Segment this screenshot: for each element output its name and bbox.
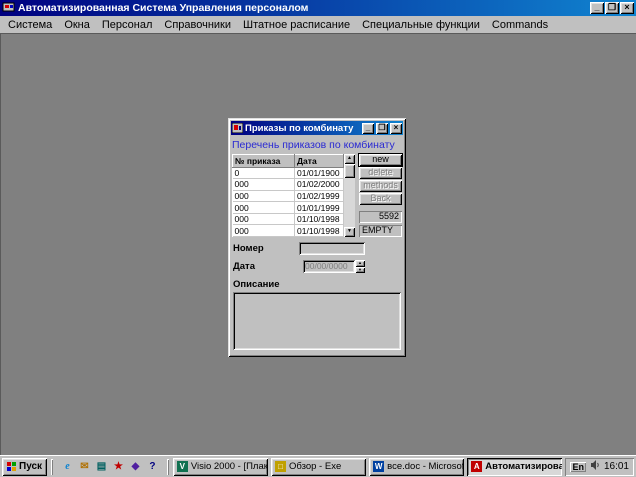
delete-button[interactable]: delete <box>359 167 402 179</box>
dialog-icon <box>232 123 243 133</box>
app-icon: A <box>471 461 482 472</box>
dialog-close-button[interactable]: × <box>390 123 402 134</box>
restore-button[interactable]: ❐ <box>605 2 619 14</box>
dialog-titlebar[interactable]: Приказы по комбинату _ ❐ × <box>231 121 403 135</box>
task-label: Обзор - Exe <box>289 461 341 472</box>
system-tray: En 16:01 <box>565 458 634 476</box>
menu-sistema[interactable]: Система <box>2 18 58 32</box>
menu-commands[interactable]: Commands <box>486 18 554 32</box>
scrollbar-thumb[interactable] <box>344 164 355 178</box>
menu-okna[interactable]: Окна <box>58 18 96 32</box>
cell-date[interactable]: 01/02/1999 <box>295 190 344 202</box>
description-textarea[interactable] <box>233 292 401 350</box>
start-button[interactable]: Пуск <box>2 458 47 476</box>
menu-shtatnoe[interactable]: Штатное расписание <box>237 18 356 32</box>
menubar: Система Окна Персонал Справочники Штатно… <box>0 16 636 33</box>
table-row[interactable]: 0 01/01/1900 <box>233 167 344 179</box>
scroll-up-icon[interactable]: ▲ <box>344 154 355 164</box>
taskbar: Пуск e ✉ ▤ ★ ◆ ? V Visio 2000 - [Плакат2… <box>0 455 636 477</box>
word-icon: W <box>373 461 384 472</box>
task-word[interactable]: W все.doc - Microsoft Word <box>369 458 464 476</box>
task-personnel-app[interactable]: A Автоматизированна... <box>467 458 562 476</box>
clock: 16:01 <box>604 461 629 472</box>
cell-date[interactable]: 01/01/1999 <box>295 202 344 214</box>
task-visio[interactable]: V Visio 2000 - [Плакат2.vsd... <box>173 458 268 476</box>
table-row[interactable]: 000 01/10/1998 <box>233 213 344 225</box>
date-label: Дата <box>233 261 299 272</box>
status-field: EMPTY <box>359 225 402 237</box>
cell-number[interactable]: 000 <box>233 190 295 202</box>
window-title: Автоматизированная Система Управления пе… <box>18 2 587 14</box>
start-button-label: Пуск <box>19 461 42 472</box>
task-label: Автоматизированна... <box>485 461 562 472</box>
internet-explorer-icon[interactable]: e <box>60 459 75 474</box>
task-obzor[interactable]: □ Обзор - Exe <box>271 458 366 476</box>
table-row[interactable]: 000 01/02/1999 <box>233 190 344 202</box>
screen: Автоматизированная Система Управления пе… <box>0 0 636 477</box>
scroll-down-icon[interactable]: ▼ <box>344 227 355 237</box>
vertical-scrollbar[interactable]: ▲ ▼ <box>344 154 355 237</box>
visio-icon: V <box>177 461 188 472</box>
methods-button[interactable]: methods <box>359 180 402 192</box>
date-input[interactable]: 00/00/0000 <box>303 260 355 273</box>
orders-dialog: Приказы по комбинату _ ❐ × Перечень прик… <box>228 118 406 357</box>
column-header-date[interactable]: Дата <box>295 155 344 168</box>
description-label: Описание <box>233 279 401 290</box>
back-button[interactable]: Back <box>359 193 402 205</box>
number-label: Номер <box>233 243 299 254</box>
menu-spravochniki[interactable]: Справочники <box>158 18 237 32</box>
close-button[interactable]: × <box>620 2 634 14</box>
task-label: все.doc - Microsoft Word <box>387 461 464 472</box>
scrollbar-track[interactable] <box>344 164 355 227</box>
taskbar-divider <box>51 459 53 475</box>
main-titlebar: Автоматизированная Система Управления пе… <box>0 0 636 16</box>
cell-date[interactable]: 01/02/2000 <box>295 179 344 191</box>
language-indicator[interactable]: En <box>570 462 586 472</box>
table-row[interactable]: 000 01/01/1999 <box>233 202 344 214</box>
number-input[interactable] <box>299 242 365 255</box>
mdi-area: Приказы по комбинату _ ❐ × Перечень прик… <box>0 33 636 455</box>
column-header-number[interactable]: № приказа <box>233 155 295 168</box>
new-button[interactable]: new <box>359 154 402 166</box>
cell-number[interactable]: 000 <box>233 225 295 237</box>
show-desktop-icon[interactable]: ▤ <box>94 459 109 474</box>
task-label: Visio 2000 - [Плакат2.vsd... <box>191 461 268 472</box>
orders-grid: № приказа Дата 0 01/01/1900 000 01/02/20… <box>232 154 354 237</box>
menu-specfunc[interactable]: Специальные функции <box>356 18 486 32</box>
channels-icon[interactable]: ★ <box>111 459 126 474</box>
orders-table: № приказа Дата 0 01/01/1900 000 01/02/20… <box>232 154 344 237</box>
app-icon <box>2 2 15 14</box>
dialog-minimize-button[interactable]: _ <box>362 123 374 134</box>
menu-personal[interactable]: Персонал <box>96 18 159 32</box>
cell-date[interactable]: 01/10/1998 <box>295 213 344 225</box>
cell-date[interactable]: 01/01/1900 <box>295 167 344 179</box>
cell-number[interactable]: 0 <box>233 167 295 179</box>
minimize-button[interactable]: _ <box>590 2 604 14</box>
cell-number[interactable]: 000 <box>233 179 295 191</box>
table-row[interactable]: 000 01/10/1998 <box>233 225 344 237</box>
date-spin-down-icon[interactable]: ▼ <box>355 267 365 274</box>
outlook-icon[interactable]: ✉ <box>77 459 92 474</box>
cell-number[interactable]: 000 <box>233 213 295 225</box>
dialog-maximize-button[interactable]: ❐ <box>376 123 388 134</box>
dialog-heading: Перечень приказов по комбинату <box>232 139 402 151</box>
cell-number[interactable]: 000 <box>233 202 295 214</box>
record-count-field: 5592 <box>359 211 402 223</box>
taskbar-divider <box>167 459 169 475</box>
cell-date[interactable]: 01/10/1998 <box>295 225 344 237</box>
table-row[interactable]: 000 01/02/2000 <box>233 179 344 191</box>
quick-launch: e ✉ ▤ ★ ◆ ? <box>57 459 163 474</box>
media-player-icon[interactable]: ◆ <box>128 459 143 474</box>
dialog-title: Приказы по комбинату <box>245 123 360 134</box>
help-icon[interactable]: ? <box>145 459 160 474</box>
volume-icon[interactable] <box>590 460 600 473</box>
windows-logo-icon <box>7 462 16 471</box>
explorer-icon: □ <box>275 461 286 472</box>
